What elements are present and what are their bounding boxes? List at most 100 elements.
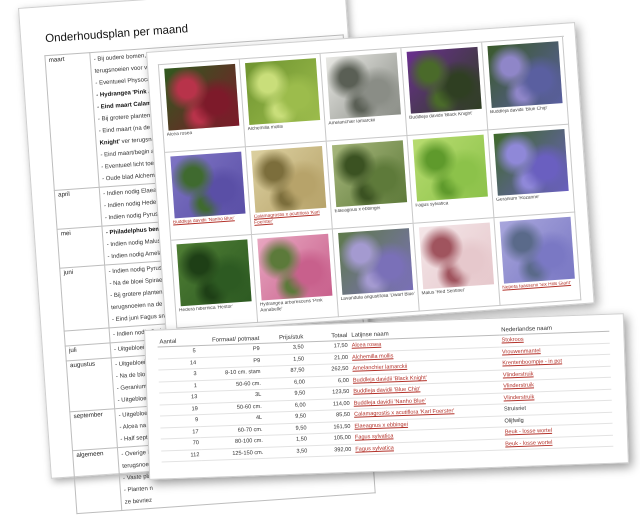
plant-photo xyxy=(494,129,569,196)
row-aantal: 112 xyxy=(161,449,201,462)
row-formaat-text: 80-100 cm. xyxy=(235,438,263,445)
plan-month: april xyxy=(54,187,102,229)
row-aantal-text: 14 xyxy=(190,360,196,366)
plant-photo-caption: Hydrangea arborescens 'Pink Annabelle' xyxy=(260,297,336,314)
row-formaat-text: 60-70 cm. xyxy=(238,427,263,434)
row-totaal-text: 105,00 xyxy=(334,435,351,442)
row-latin-name-link[interactable]: Buddleja davidii 'Black Knight' xyxy=(353,375,427,384)
row-dutch-name: Beuk - losse wortel xyxy=(503,435,613,450)
plan-task-text: - Vaste pla xyxy=(123,474,152,482)
plant-photo-cell: Lavandula angustifolia 'Dwarf Blue' xyxy=(333,224,420,317)
plant-photo-grid: Alcea roseaAlchemilla mollisAmelanchier … xyxy=(158,36,582,329)
plant-photo-cell: Alchemilla mollis xyxy=(240,54,327,147)
row-latin-name-link[interactable]: Fagus sylvatica xyxy=(355,434,394,441)
row-prijs-text: 9,50 xyxy=(294,391,305,397)
row-prijs-text: 6,00 xyxy=(294,379,305,385)
row-latin-name-link[interactable]: Buddleja davidii 'Nanho Blue' xyxy=(354,398,426,407)
row-totaal: 392,00 xyxy=(309,444,353,457)
row-dutch-name-link[interactable]: Stokroos xyxy=(501,337,523,344)
row-prijs-text: 1,50 xyxy=(293,356,304,362)
plant-photo-cell: Buddleja davidii 'Nanho Blue' xyxy=(165,147,252,240)
row-dutch-name-link[interactable]: Vlinderstruik xyxy=(503,383,534,390)
plan-task-text: - Na de bloei Spiraea xyxy=(109,277,166,287)
row-totaal-text: 85,50 xyxy=(336,412,350,418)
plant-photo xyxy=(164,64,239,131)
plant-photo xyxy=(257,234,332,301)
row-formaat-text: 50-60 cm. xyxy=(237,404,262,411)
plan-task-text: terugsnoei xyxy=(122,462,150,470)
plant-photo-cell: Calamagrostis x acutiflora 'Karl Foerste… xyxy=(246,142,333,235)
plant-photo-cell: Alcea rosea xyxy=(159,59,246,152)
row-formaat-text: 50-60 cm. xyxy=(236,381,261,388)
row-aantal-text: 1 xyxy=(194,383,197,389)
plan-month: augustus xyxy=(66,358,114,412)
row-prijs-text: 3,50 xyxy=(293,345,304,351)
row-prijs-text: 9,50 xyxy=(295,414,306,420)
row-dutch-name-link[interactable]: Beuk - losse wortel xyxy=(505,440,552,448)
row-totaal-text: 6,00 xyxy=(338,378,349,384)
row-formaat-text: 8-10 cm. stam xyxy=(225,369,261,376)
row-aantal-text: 112 xyxy=(190,452,199,458)
row-formaat: 125-150 cm. xyxy=(201,447,265,461)
plant-photo-cell: Buddleja davidii 'Blue Chip' xyxy=(482,37,569,130)
plan-task-text: - Oude blad Alchemilla xyxy=(102,172,162,182)
plant-photo-cell: Fagus sylvatica xyxy=(407,130,494,223)
row-prijs-text: 87,50 xyxy=(290,368,304,374)
row-totaal-text: 161,50 xyxy=(333,424,350,431)
plant-photo-page: Alcea roseaAlchemilla mollisAmelanchier … xyxy=(146,22,595,333)
row-latin-name-link[interactable]: Elaeagnus x ebbingei xyxy=(354,422,408,430)
row-dutch-name-link[interactable]: Vlinderstruik xyxy=(503,371,534,378)
row-aantal-text: 70 xyxy=(193,440,199,446)
plan-month: mei xyxy=(57,226,105,268)
row-formaat-text: 125-150 cm. xyxy=(232,450,263,457)
row-aantal-text: 17 xyxy=(192,429,198,435)
plant-photo xyxy=(170,152,245,219)
row-prijs: 3,50 xyxy=(265,445,309,458)
row-dutch-name-link[interactable]: Krentenboompje - in pot xyxy=(502,359,562,367)
plan-task-text: - Planten n xyxy=(124,486,153,494)
row-formaat-text: P9 xyxy=(253,346,260,352)
row-latin-name-link[interactable]: Buddleja davidii 'Blue Chip' xyxy=(353,387,420,395)
plan-task-text: ze bevriez xyxy=(125,498,153,506)
row-totaal-text: 123,50 xyxy=(332,389,349,396)
row-aantal-text: 5 xyxy=(193,348,196,354)
row-latin-name-link[interactable]: Amelanchier lamarckii xyxy=(352,364,407,372)
row-prijs-text: 1,50 xyxy=(296,437,307,443)
row-formaat-text: P9 xyxy=(253,358,260,364)
plant-photo xyxy=(338,228,413,295)
plan-month: juni xyxy=(60,265,109,331)
row-aantal-text: 3 xyxy=(193,371,196,377)
row-dutch-name-link[interactable]: Beuk - losse wortel xyxy=(505,428,552,436)
row-dutch-name-text: Struisriet xyxy=(504,406,526,413)
plant-list-page: Aantal Formaat/ potmaat Prijs/stuk Totaa… xyxy=(144,313,629,480)
row-dutch-name-text: Olijfwilg xyxy=(504,418,523,425)
plan-task-bold: Knight' xyxy=(99,139,120,146)
plan-task-text: terugsnoeien na de bl xyxy=(111,301,169,311)
row-formaat-text: 4L xyxy=(256,415,262,421)
plan-task-text: - Indien nodig Hedera xyxy=(104,199,162,209)
row-aantal-text: 9 xyxy=(195,417,198,423)
row-totaal-text: 114,00 xyxy=(333,401,350,408)
row-latin-name-link[interactable]: Calamagrostis x acutiflora 'Karl Foerste… xyxy=(354,408,455,417)
plant-photo-cell: Geranium 'Rozanne' xyxy=(488,125,575,218)
plant-photo-cell: Buddleja davidii 'Black Knight' xyxy=(401,43,488,136)
row-latin-name-link[interactable]: Alcea rosea xyxy=(352,342,382,349)
plant-photo-caption[interactable]: Calamagrostis x acutiflora 'Karl Foerste… xyxy=(254,210,330,227)
row-dutch-name-link[interactable]: Vrouwenmantel xyxy=(502,348,541,355)
plant-photo xyxy=(251,146,326,213)
row-latin-name-link[interactable]: Fagus sylvatica xyxy=(355,445,394,452)
row-prijs-text: 9,50 xyxy=(296,425,307,431)
row-aantal-text: 19 xyxy=(191,406,197,412)
plant-photo-cell: Hydrangea arborescens 'Pink Annabelle' xyxy=(252,229,339,322)
plant-photo-cell: Elaeagnus x ebbingei xyxy=(327,136,414,229)
row-totaal-text: 262,50 xyxy=(331,366,348,373)
plant-photo xyxy=(326,53,401,120)
row-dutch-name-link[interactable]: Vlinderstruik xyxy=(503,394,534,401)
row-totaal-text: 21,00 xyxy=(334,355,348,361)
plan-month: september xyxy=(70,409,118,451)
plan-title: Onderhoudsplan per maand xyxy=(45,23,189,45)
plant-photo xyxy=(332,140,407,207)
row-latin-name-link[interactable]: Alchemilla mollis xyxy=(352,353,394,360)
row-prijs-text: 6,00 xyxy=(295,402,306,408)
plant-photo-cell: Nepeta faassenii 'Six Hills Giant' xyxy=(494,212,581,305)
